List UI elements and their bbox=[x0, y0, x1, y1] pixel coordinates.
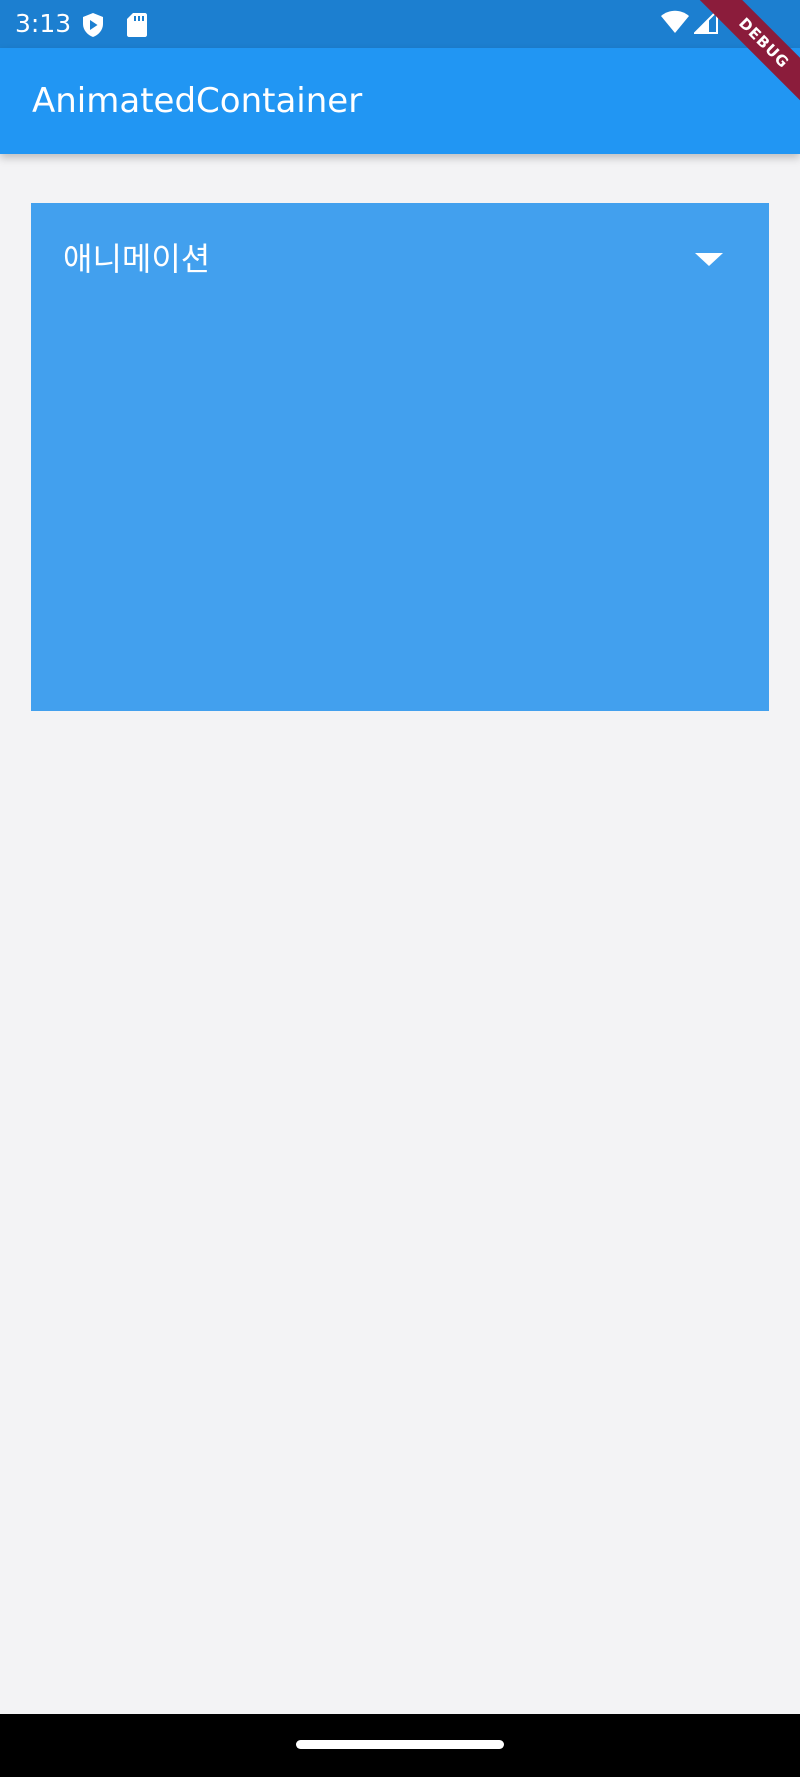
wifi-icon bbox=[660, 10, 690, 38]
status-bar: 3:13 bbox=[0, 0, 800, 48]
debug-banner: DEBUG bbox=[690, 0, 800, 110]
animated-container[interactable]: 애니메이션 bbox=[31, 203, 769, 711]
app-bar: AnimatedContainer bbox=[0, 48, 800, 154]
home-handle[interactable] bbox=[296, 1740, 504, 1749]
app-title: AnimatedContainer bbox=[32, 81, 363, 121]
container-label: 애니메이션 bbox=[63, 240, 211, 278]
arrow-drop-down-icon[interactable] bbox=[691, 249, 727, 269]
navigation-bar bbox=[0, 1714, 800, 1777]
status-time: 3:13 bbox=[15, 9, 72, 38]
sd-card-icon bbox=[126, 12, 148, 42]
content-area: 애니메이션 bbox=[0, 154, 800, 1714]
shield-play-icon bbox=[82, 12, 104, 42]
debug-label: DEBUG bbox=[696, 0, 800, 110]
